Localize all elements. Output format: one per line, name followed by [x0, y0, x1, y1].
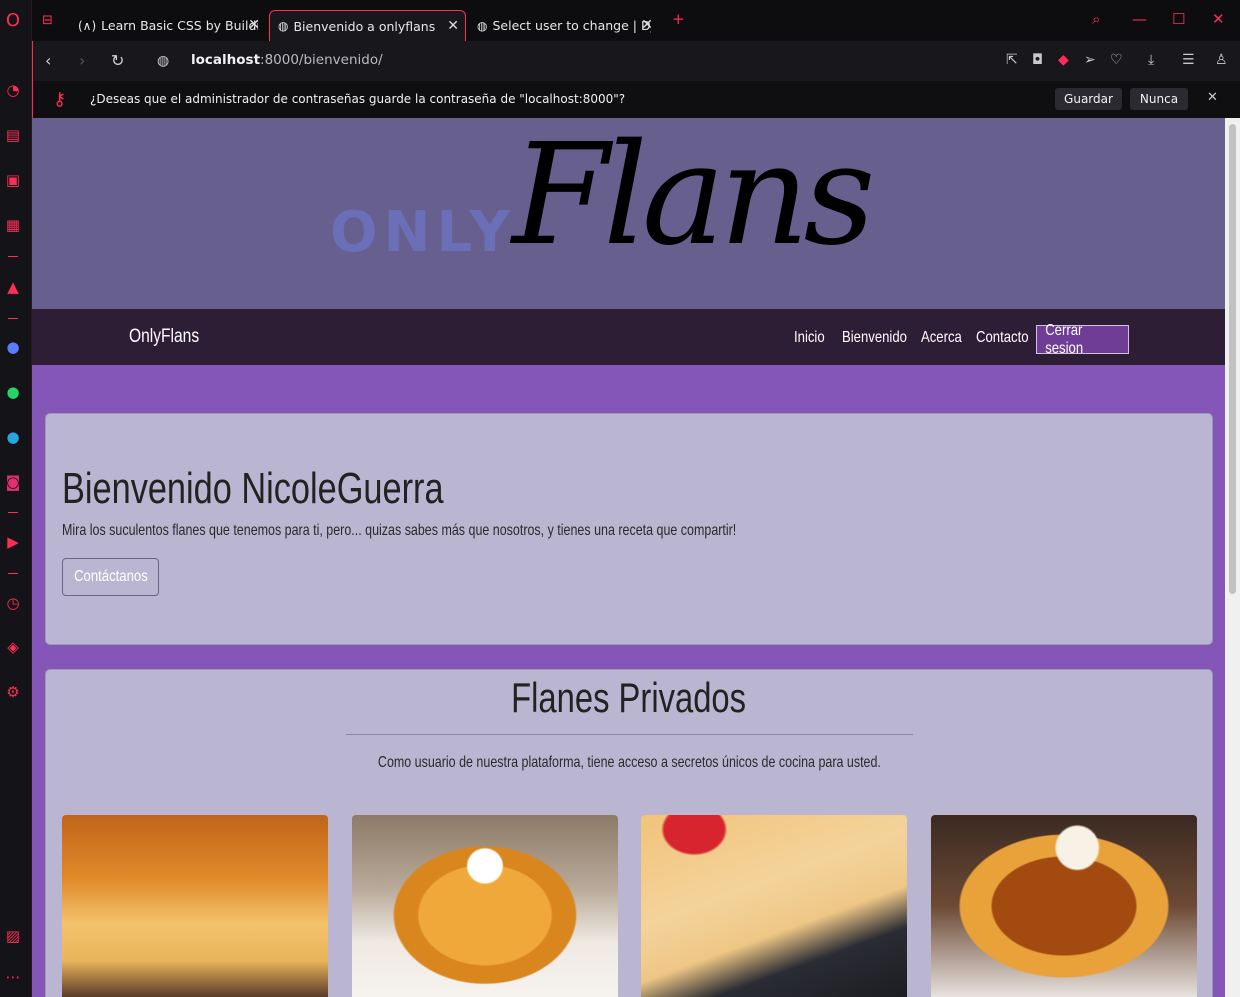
scrollbar-thumb[interactable]: [1229, 124, 1236, 594]
tab-title: Bienvenido a onlyflans: [293, 18, 436, 34]
new-tab-button[interactable]: +: [672, 10, 685, 28]
telegram-icon[interactable]: ●: [3, 427, 23, 447]
site-info-icon[interactable]: ◍: [157, 53, 169, 69]
logout-label: Cerrar sesion: [1045, 321, 1084, 357]
logout-button[interactable]: Cerrar sesion: [1036, 322, 1129, 357]
tab-strip: ⊟ (∧) Learn Basic CSS by Building ✕ ◍ Bi…: [32, 0, 1240, 41]
close-tab-icon[interactable]: ✕: [641, 17, 653, 33]
heart-icon[interactable]: ♡: [1110, 52, 1123, 68]
url-path: :8000/bienvenido/: [260, 52, 383, 68]
welcome-title: Bienvenido NicoleGuerra: [62, 464, 444, 513]
sidebar-divider: [8, 573, 18, 574]
more-dots-icon[interactable]: ⋯: [3, 967, 23, 987]
opera-logo-icon[interactable]: O: [3, 10, 23, 31]
flan-whipped-cream-image: [352, 815, 618, 997]
key-icon: ⚷: [53, 89, 67, 110]
adblock-shield-icon[interactable]: ◆: [1058, 52, 1069, 68]
tab-menu-icon[interactable]: ⊟: [42, 13, 53, 28]
globe-icon: ◍: [477, 18, 488, 33]
contact-label: Contáctanos: [73, 568, 148, 585]
password-prompt-message: ¿Deseas que el administrador de contrase…: [90, 92, 626, 106]
app-a-icon[interactable]: ▲: [3, 277, 23, 297]
sidebar-divider: [8, 256, 18, 257]
extensions-cube-icon[interactable]: ◈: [3, 637, 23, 657]
flan-sliced-image: [62, 815, 328, 997]
twitch-icon[interactable]: ▣: [3, 170, 23, 190]
sidebar-divider: [8, 512, 18, 513]
flan-strawberry-slice-image: [641, 815, 907, 997]
profile-icon[interactable]: ♙: [1215, 52, 1228, 68]
logo-only-text: ONLY: [330, 200, 516, 265]
nav-contacto[interactable]: Contacto: [976, 329, 1029, 347]
password-save-bar: ⚷ ¿Deseas que el administrador de contra…: [32, 81, 1240, 118]
whatsapp-icon[interactable]: ●: [3, 382, 23, 402]
sidebar-divider: [8, 318, 18, 319]
back-icon[interactable]: ‹: [45, 51, 51, 70]
save-password-button[interactable]: Guardar: [1055, 88, 1122, 110]
private-title-text: Flanes Privados: [511, 674, 747, 721]
brand-link[interactable]: OnlyFlans: [129, 326, 199, 348]
never-save-button[interactable]: Nunca: [1130, 88, 1188, 110]
address-bar: ‹ › ↻ ◍ localhost:8000/bienvenido/ ⇱ ◘ ◆…: [32, 41, 1240, 81]
messenger-icon[interactable]: ●: [3, 337, 23, 357]
nav-bienvenido[interactable]: Bienvenido: [842, 329, 907, 347]
settings-gear-icon[interactable]: ⚙: [3, 682, 23, 702]
easy-setup-icon[interactable]: ☰: [1182, 52, 1195, 68]
minimize-icon[interactable]: —: [1132, 10, 1147, 28]
welcome-text: Mira los suculentos flanes que tenemos p…: [62, 522, 737, 539]
camera-icon[interactable]: ◘: [1032, 52, 1043, 68]
player-icon[interactable]: ▶: [3, 532, 23, 552]
send-icon[interactable]: ➢: [1084, 52, 1096, 68]
site-banner: ONLY Flans: [32, 118, 1225, 309]
site-navbar: OnlyFlans Inicio Bienvenido Acerca Conta…: [32, 309, 1225, 365]
private-text-body: Como usuario de nuestra plataforma, tien…: [377, 754, 881, 771]
divider: [346, 734, 913, 735]
nav-acerca[interactable]: Acerca: [921, 329, 962, 347]
url-host: localhost: [191, 52, 261, 68]
contact-button[interactable]: Contáctanos: [62, 558, 159, 596]
close-window-icon[interactable]: ✕: [1212, 10, 1225, 28]
image-icon[interactable]: ▨: [3, 926, 23, 946]
forward-icon[interactable]: ›: [79, 51, 85, 70]
history-icon[interactable]: ◷: [3, 593, 23, 613]
search-tabs-icon[interactable]: ⌕: [1092, 10, 1100, 28]
page-scrollbar[interactable]: [1225, 118, 1240, 997]
maximize-icon[interactable]: ☐: [1172, 10, 1185, 28]
cpu-icon[interactable]: ▦: [3, 215, 23, 235]
tab-title: Learn Basic CSS by Building: [101, 18, 258, 33]
tab-bienvenido[interactable]: ◍ Bienvenido a onlyflans ✕: [269, 10, 466, 41]
welcome-card: Bienvenido NicoleGuerra Mira los suculen…: [45, 413, 1213, 645]
tab-django-admin[interactable]: ◍ Select user to change | Djan ✕: [469, 10, 659, 41]
download-icon[interactable]: ⤓: [1148, 52, 1154, 68]
nav-inicio[interactable]: Inicio: [794, 329, 825, 347]
private-text: Como usuario de nuestra plataforma, tien…: [46, 754, 1212, 772]
browser-sidebar: O ◔ ▤ ▣ ▦ ▲ ● ● ● ◙ ▶ ◷ ◈ ⚙ ▨ ⋯: [0, 0, 32, 997]
close-tab-icon[interactable]: ✕: [447, 18, 459, 34]
share-icon[interactable]: ⇱: [1006, 52, 1018, 68]
tab-title: Select user to change | Djan: [492, 18, 651, 33]
private-title: Flanes Privados: [46, 674, 1212, 722]
close-icon[interactable]: ✕: [1207, 90, 1218, 105]
url-field[interactable]: localhost:8000/bienvenido/: [191, 52, 383, 68]
logo-flans-text: Flans: [512, 118, 875, 277]
speed-dial-icon[interactable]: ◔: [3, 80, 23, 100]
freecodecamp-icon: (∧): [78, 18, 97, 33]
flan-coconut-image: [931, 815, 1197, 997]
reload-icon[interactable]: ↻: [111, 51, 124, 70]
instagram-icon[interactable]: ◙: [3, 472, 23, 492]
aria-icon[interactable]: ▤: [3, 125, 23, 145]
tab-learn-css[interactable]: (∧) Learn Basic CSS by Building ✕: [70, 10, 266, 41]
page-viewport: ONLY Flans OnlyFlans Inicio Bienvenido A…: [32, 118, 1225, 997]
globe-icon: ◍: [278, 19, 289, 33]
close-tab-icon[interactable]: ✕: [248, 17, 260, 33]
